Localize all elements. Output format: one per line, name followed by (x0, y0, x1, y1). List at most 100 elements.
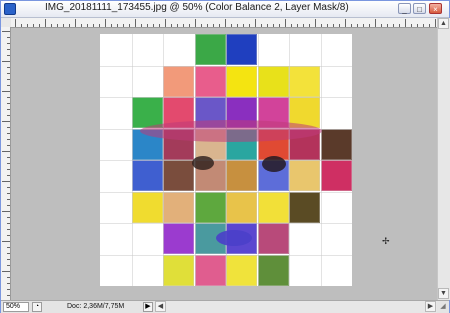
ruler-tick (7, 169, 10, 170)
image-tile (226, 34, 257, 65)
grid-line (100, 191, 352, 193)
zoom-field[interactable]: 50% (3, 302, 29, 312)
ruler-tick (369, 24, 370, 27)
ruler-tick (7, 55, 10, 56)
image-tile (320, 160, 352, 191)
scroll-left-arrow[interactable]: ◀ (155, 301, 166, 312)
right-eye (262, 156, 286, 172)
vertical-scrollbar[interactable]: ▲ ▼ (437, 18, 450, 300)
ruler-tick (7, 205, 10, 206)
ruler-tick (255, 19, 256, 27)
title-bar[interactable]: IMG_20181111_173455.jpg @ 50% (Color Bal… (1, 1, 449, 18)
ruler-tick (63, 24, 64, 27)
ruler-tick (153, 24, 154, 27)
ruler-tick (57, 24, 58, 27)
ruler-tick (405, 19, 406, 27)
image-tile (226, 160, 257, 191)
ruler-tick (7, 187, 10, 188)
ruler-tick (21, 24, 22, 27)
document-window: IMG_20181111_173455.jpg @ 50% (Color Bal… (0, 0, 450, 313)
ruler-tick (2, 181, 10, 182)
ruler-tick (7, 259, 10, 260)
image-tile (163, 160, 194, 191)
ruler-tick (189, 24, 190, 27)
image-tile (131, 160, 163, 191)
ruler-tick (2, 151, 10, 152)
ruler-tick (147, 24, 148, 27)
image-tile (289, 65, 320, 97)
scroll-up-arrow[interactable]: ▲ (438, 18, 449, 29)
image-tile (226, 65, 257, 97)
ruler-tick (2, 61, 10, 62)
canvas-area[interactable]: ✢ (11, 28, 437, 300)
image-tile (257, 65, 289, 97)
ruler-tick (123, 24, 124, 27)
ruler-tick (7, 73, 10, 74)
hat-brim (140, 120, 322, 142)
ruler-tick (129, 24, 130, 27)
ruler-tick (435, 19, 436, 27)
image-tile (257, 254, 289, 286)
image-tile (226, 254, 257, 286)
image-tile (194, 254, 226, 286)
vertical-ruler[interactable] (1, 27, 11, 300)
ruler-tick (45, 19, 46, 27)
ruler-tick (15, 19, 16, 27)
image-tile (257, 223, 289, 254)
ruler-tick (243, 24, 244, 27)
ruler-tick (7, 103, 10, 104)
left-eye (192, 156, 214, 170)
ruler-tick (7, 253, 10, 254)
ruler-tick (309, 24, 310, 27)
ruler-tick (213, 24, 214, 27)
image-tile (131, 191, 163, 223)
window-title: IMG_20181111_173455.jpg @ 50% (Color Bal… (45, 2, 349, 13)
image-tile (320, 128, 352, 160)
ruler-tick (7, 235, 10, 236)
ruler-tick (201, 24, 202, 27)
ruler-tick (411, 24, 412, 27)
ruler-tick (393, 24, 394, 27)
ruler-tick (7, 277, 10, 278)
ruler-tick (267, 24, 268, 27)
ruler-tick (93, 24, 94, 27)
grid-line (320, 34, 322, 286)
horizontal-ruler[interactable] (11, 18, 437, 28)
ruler-tick (237, 24, 238, 27)
ruler-tick (285, 19, 286, 27)
ruler-tick (7, 43, 10, 44)
ruler-tick (279, 24, 280, 27)
info-arrow-icon[interactable]: ▶ (143, 302, 153, 312)
horizontal-scrollbar[interactable]: ◀ ▶ (155, 301, 437, 313)
grid-line (289, 34, 290, 286)
minimize-button[interactable]: _ (398, 3, 411, 14)
ruler-tick (2, 91, 10, 92)
image-tile (163, 191, 194, 223)
status-menu-icon[interactable]: ◔ (32, 302, 42, 312)
image-tile (163, 65, 194, 97)
maximize-button[interactable]: □ (413, 3, 426, 14)
ruler-tick (7, 115, 10, 116)
close-button[interactable]: × (429, 3, 442, 14)
ruler-tick (327, 24, 328, 27)
ruler-tick (7, 37, 10, 38)
ruler-tick (141, 24, 142, 27)
ruler-tick (99, 24, 100, 27)
scroll-right-arrow[interactable]: ▶ (425, 301, 436, 312)
resize-grip-icon[interactable]: ◢ (438, 302, 448, 312)
ruler-tick (225, 19, 226, 27)
ruler-tick (165, 19, 166, 27)
ruler-tick (7, 145, 10, 146)
cursor-icon: ✢ (382, 236, 390, 246)
ruler-tick (7, 133, 10, 134)
document-info: Doc: 2,36M/7,75M (67, 303, 125, 310)
ruler-tick (7, 175, 10, 176)
ruler-tick (7, 265, 10, 266)
ruler-tick (219, 24, 220, 27)
scroll-down-arrow[interactable]: ▼ (438, 288, 449, 299)
ruler-tick (159, 24, 160, 27)
ruler-tick (7, 295, 10, 296)
image-tile (163, 254, 194, 286)
document-image[interactable] (100, 34, 352, 286)
ruler-tick (339, 24, 340, 27)
